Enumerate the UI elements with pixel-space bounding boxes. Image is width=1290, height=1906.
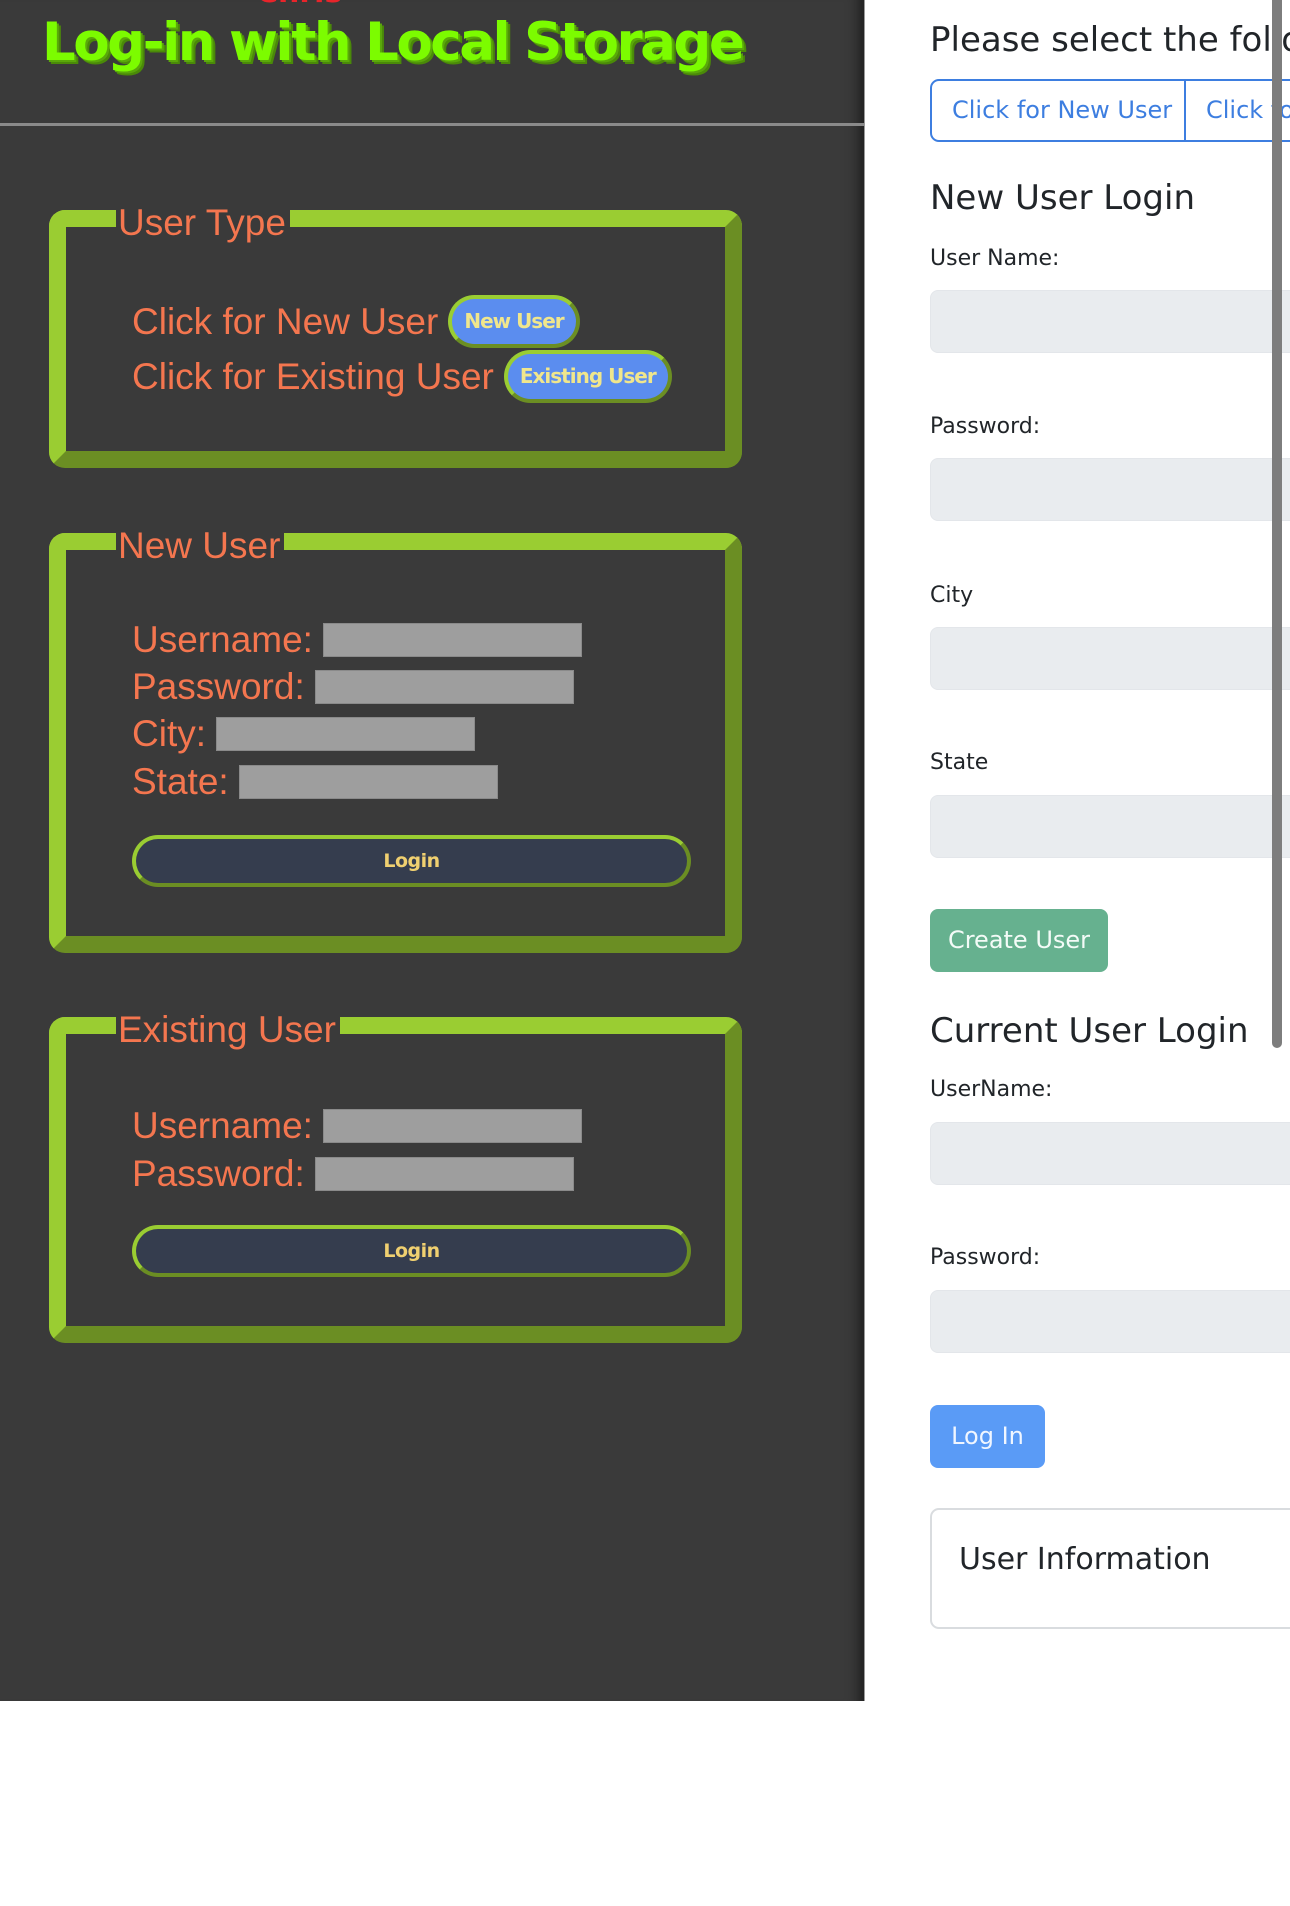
new-username-label: Username: bbox=[132, 619, 313, 660]
new-username-row: Username: bbox=[132, 619, 582, 661]
existing-user-legend: Existing User bbox=[116, 1008, 340, 1052]
user-information-title: User Information bbox=[959, 1542, 1211, 1577]
new-user-login-button[interactable]: Login bbox=[132, 835, 691, 887]
new-user-login-title: New User Login bbox=[930, 178, 1195, 218]
existing-password-label: Password: bbox=[132, 1153, 305, 1194]
current-user-login-title: Current User Login bbox=[930, 1011, 1249, 1051]
new-user-fieldset: New User Username: Password: City: State… bbox=[49, 524, 742, 953]
existing-username-label: Username: bbox=[132, 1105, 313, 1146]
selection-heading: Please select the follo bbox=[930, 20, 1290, 60]
rp-password-input[interactable] bbox=[930, 458, 1290, 521]
user-type-fieldset: User Type Click for New User New User Cl… bbox=[49, 201, 742, 468]
bootstrap-login-panel: Please select the follo Click for New Us… bbox=[866, 0, 1290, 1906]
existing-user-button[interactable]: Existing User bbox=[503, 350, 672, 403]
new-state-row: State: bbox=[132, 761, 498, 803]
existing-username-input[interactable] bbox=[322, 1109, 582, 1143]
legacy-login-panel: Chris Log-in with Local Storage User Typ… bbox=[0, 0, 865, 1701]
user-information-card: User Information bbox=[930, 1508, 1290, 1629]
rp-city-input[interactable] bbox=[930, 627, 1290, 690]
new-user-prompt: Click for New User bbox=[132, 300, 439, 342]
rp-current-username-label: UserName: bbox=[930, 1077, 1053, 1102]
new-state-label: State: bbox=[132, 761, 229, 802]
new-username-input[interactable] bbox=[322, 623, 582, 657]
new-password-label: Password: bbox=[132, 666, 305, 707]
new-password-input[interactable] bbox=[314, 670, 574, 704]
create-user-button[interactable]: Create User bbox=[930, 909, 1108, 972]
existing-user-prompt: Click for Existing User bbox=[132, 355, 494, 397]
rp-username-input[interactable] bbox=[930, 290, 1290, 353]
rp-state-label: State bbox=[930, 750, 989, 775]
existing-user-fieldset: Existing User Username: Password: Login bbox=[49, 1008, 742, 1343]
new-state-input[interactable] bbox=[238, 765, 498, 799]
user-type-toggle-group: Click for New User Click fo bbox=[930, 79, 1290, 142]
existing-user-row: Click for Existing User Existing User bbox=[132, 350, 672, 403]
log-in-button[interactable]: Log In bbox=[930, 1405, 1045, 1468]
rp-city-label: City bbox=[930, 583, 974, 608]
rp-current-password-label: Password: bbox=[930, 1245, 1041, 1270]
existing-password-row: Password: bbox=[132, 1153, 574, 1195]
title-divider bbox=[0, 123, 864, 126]
existing-password-input[interactable] bbox=[314, 1157, 574, 1191]
existing-user-login-button[interactable]: Login bbox=[132, 1225, 691, 1277]
vertical-scrollbar[interactable] bbox=[1272, 0, 1282, 1048]
rp-username-label: User Name: bbox=[930, 246, 1060, 271]
user-type-legend: User Type bbox=[116, 201, 290, 245]
existing-username-row: Username: bbox=[132, 1105, 582, 1147]
new-password-row: Password: bbox=[132, 666, 574, 708]
rp-password-label: Password: bbox=[930, 414, 1041, 439]
new-city-label: City: bbox=[132, 713, 206, 754]
new-user-row: Click for New User New User bbox=[132, 295, 580, 348]
new-user-button[interactable]: New User bbox=[448, 295, 580, 348]
toggle-new-user-button[interactable]: Click for New User bbox=[930, 79, 1186, 142]
rp-current-username-input[interactable] bbox=[930, 1122, 1290, 1185]
new-city-row: City: bbox=[132, 713, 475, 755]
clipped-heading: Chris bbox=[256, 0, 342, 8]
page-title: Log-in with Local Storage bbox=[42, 12, 745, 73]
new-user-legend: New User bbox=[116, 524, 285, 568]
rp-state-input[interactable] bbox=[930, 795, 1290, 858]
rp-current-password-input[interactable] bbox=[930, 1290, 1290, 1353]
new-city-input[interactable] bbox=[216, 717, 475, 751]
